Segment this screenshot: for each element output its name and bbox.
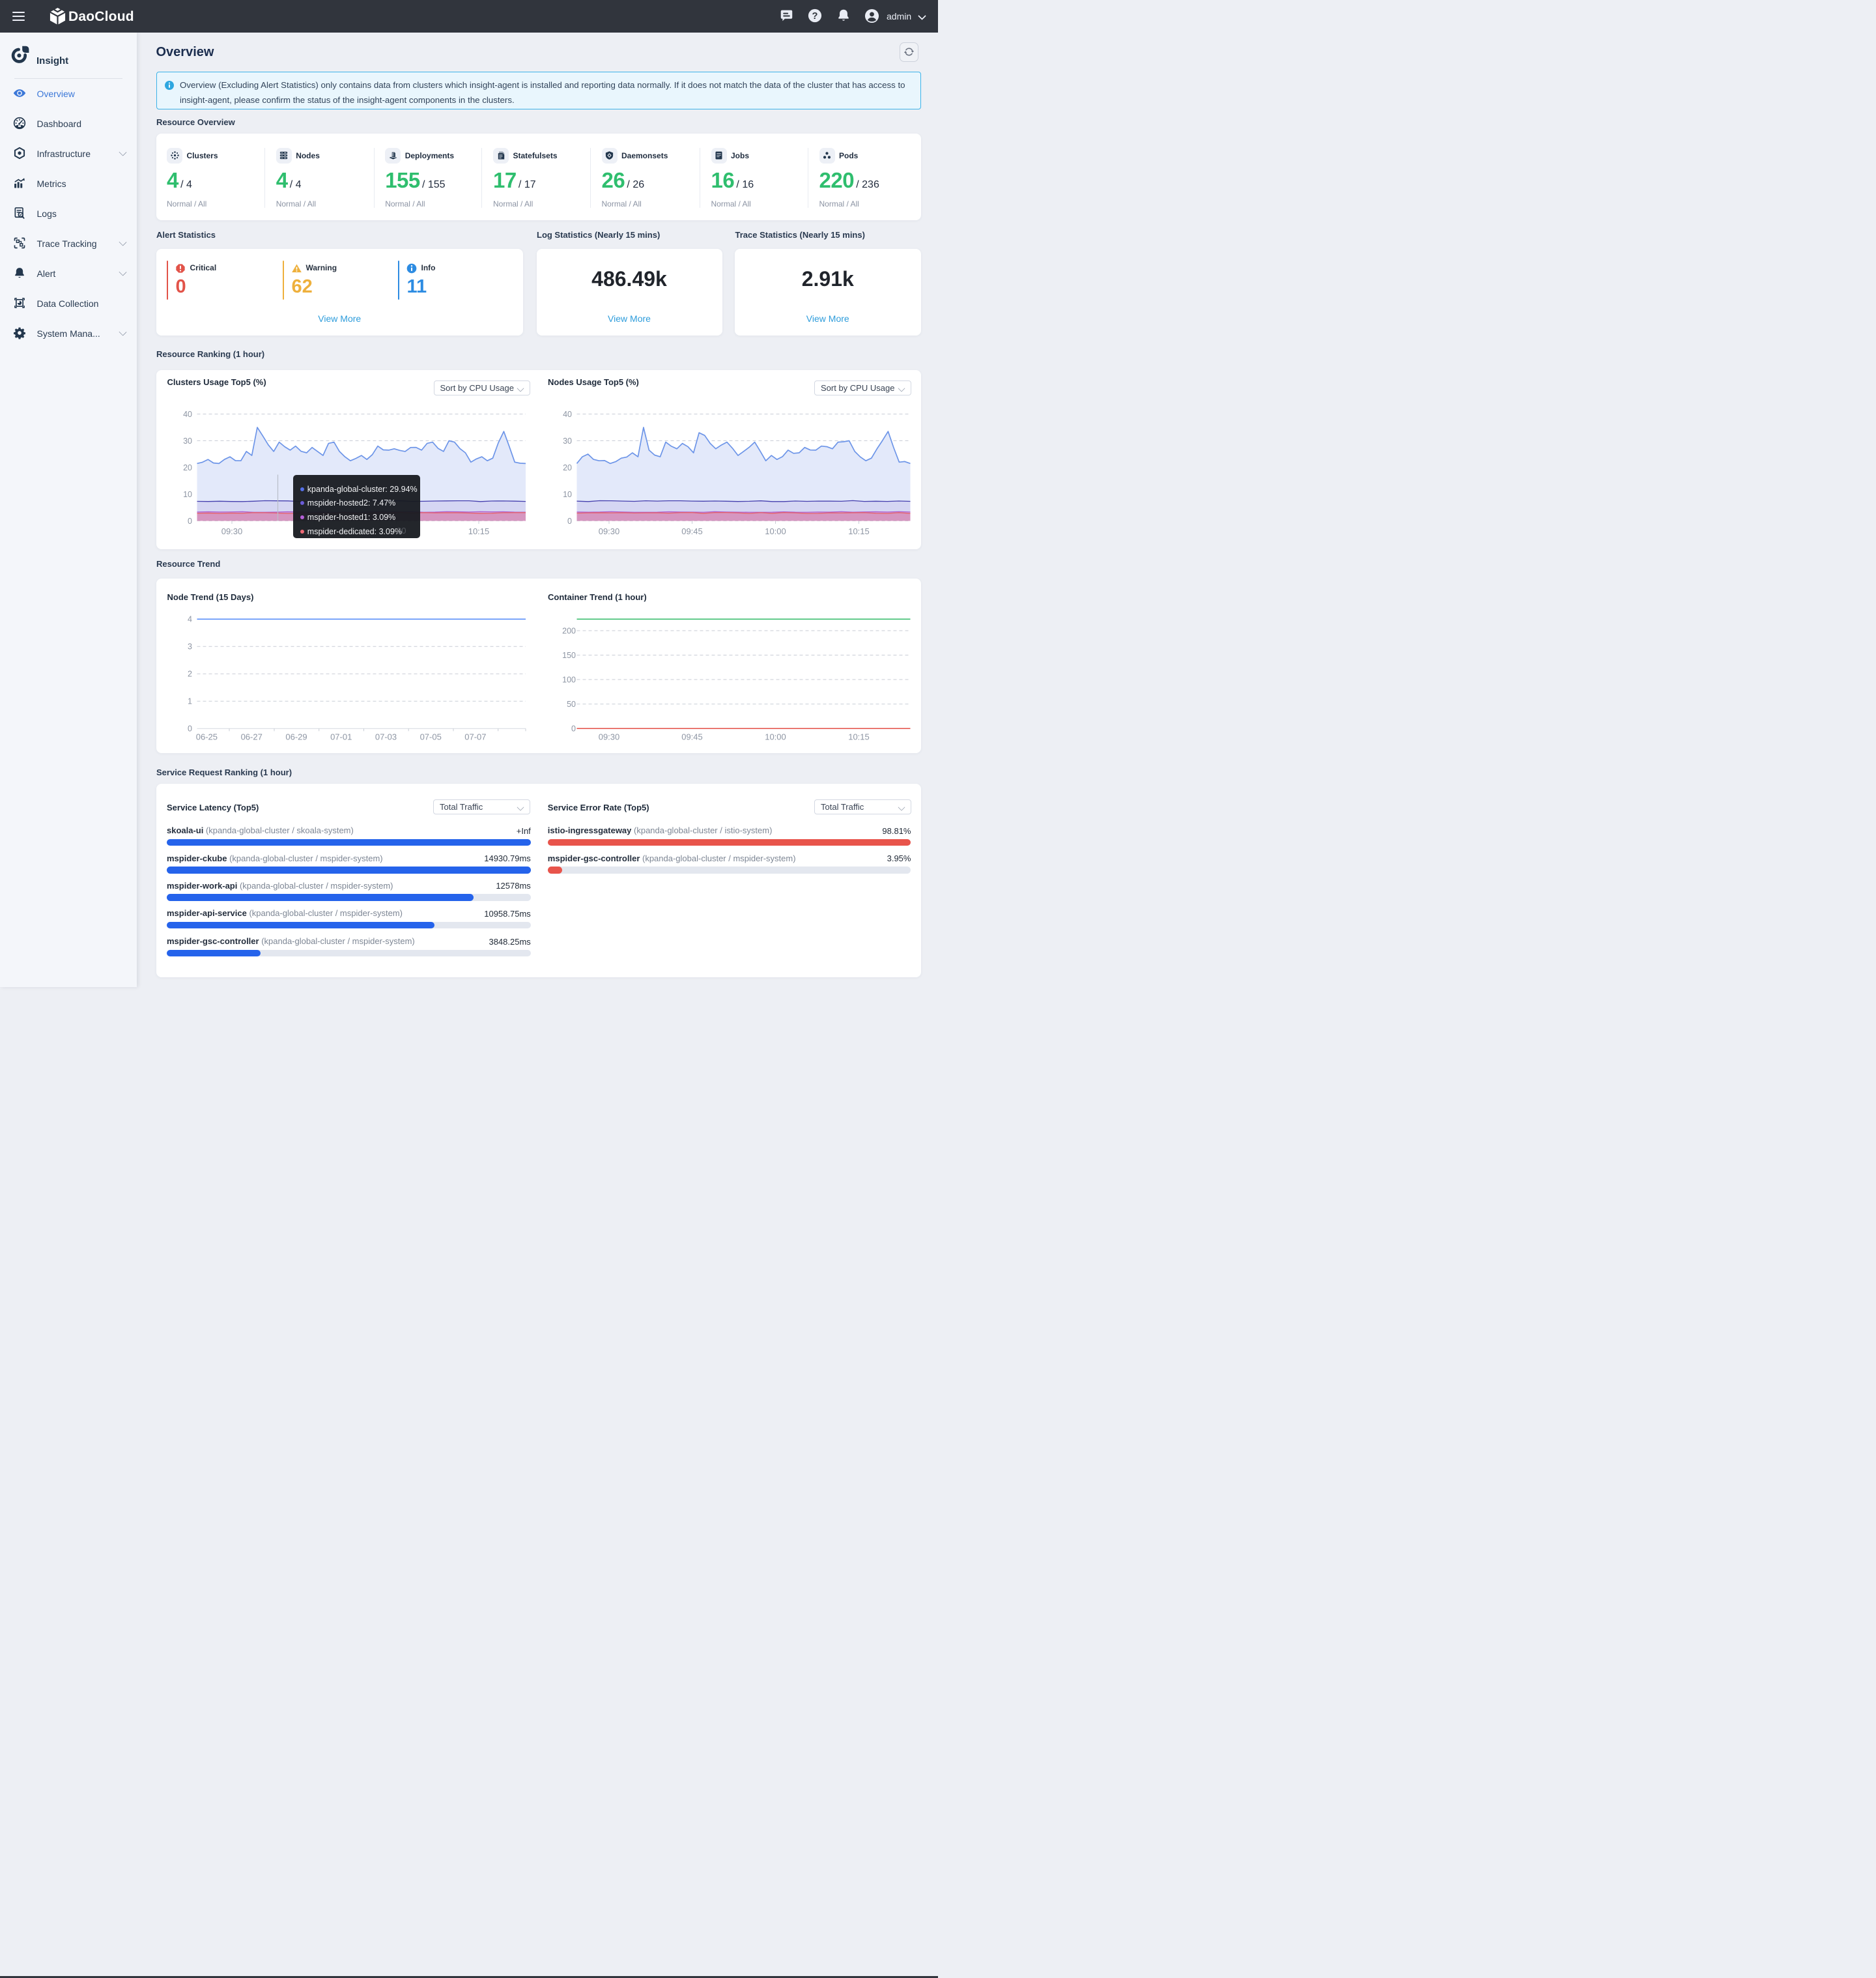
svg-text:200: 200 [562, 627, 576, 636]
svg-text:07-05: 07-05 [419, 732, 441, 742]
svg-text:3: 3 [188, 642, 192, 652]
svg-text:50: 50 [567, 700, 576, 709]
svg-text:10:00: 10:00 [765, 732, 786, 742]
svg-text:06-29: 06-29 [285, 732, 307, 742]
svg-text:150: 150 [562, 651, 576, 660]
svg-text:0: 0 [188, 517, 192, 526]
svg-text:10: 10 [563, 490, 572, 499]
svg-text:?: ? [812, 11, 818, 22]
svg-text:30: 30 [183, 437, 192, 446]
svg-text:07-07: 07-07 [464, 732, 486, 742]
svg-text:4: 4 [188, 615, 192, 624]
svg-text:100: 100 [562, 676, 576, 685]
svg-text:09:30: 09:30 [598, 526, 619, 536]
svg-text:07-01: 07-01 [330, 732, 352, 742]
svg-text:10: 10 [183, 490, 192, 499]
svg-text:20: 20 [183, 463, 192, 472]
svg-text:10:15: 10:15 [848, 526, 870, 536]
svg-text:40: 40 [183, 410, 192, 419]
svg-text:09:45: 09:45 [681, 732, 703, 742]
svg-text:0: 0 [567, 517, 572, 526]
svg-text:07-03: 07-03 [375, 732, 396, 742]
svg-text:2: 2 [188, 670, 192, 679]
svg-text:0: 0 [571, 724, 576, 734]
svg-text:09:30: 09:30 [221, 526, 242, 536]
svg-text:06-25: 06-25 [195, 732, 217, 742]
svg-text:30: 30 [563, 437, 572, 446]
svg-text:40: 40 [563, 410, 572, 419]
svg-text:09:45: 09:45 [681, 526, 703, 536]
svg-text:10:15: 10:15 [468, 526, 489, 536]
svg-text:09:30: 09:30 [598, 732, 619, 742]
svg-text:20: 20 [563, 463, 572, 472]
svg-text:06-27: 06-27 [240, 732, 262, 742]
svg-text:1: 1 [188, 697, 192, 706]
svg-text:10:15: 10:15 [848, 732, 870, 742]
svg-text:0: 0 [188, 724, 192, 734]
svg-text:10:00: 10:00 [765, 526, 786, 536]
